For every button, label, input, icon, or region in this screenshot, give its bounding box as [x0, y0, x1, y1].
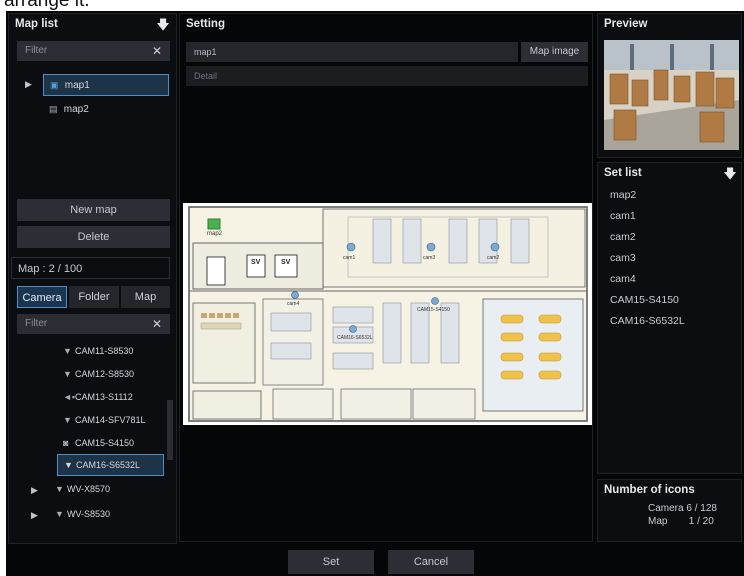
download-arrow-icon[interactable]: 🡇 [723, 167, 737, 181]
map-icon: ▤ [49, 104, 58, 114]
map-count-label: Map [648, 516, 668, 527]
camera-filter-placeholder: Filter [25, 318, 48, 329]
camera-marker-label[interactable]: CAM16-S6532L [337, 335, 373, 341]
dome-camera-icon: ▼ [63, 369, 72, 379]
camera-tree-panel: Camera Folder Map Filter ✕ ▼ CAM11-S8530 … [8, 286, 177, 544]
dome-camera-icon: ▼ [55, 484, 64, 494]
camera-marker-label[interactable]: cam1 [343, 255, 355, 261]
map-count-display: Map : 2 / 100 [11, 257, 170, 279]
map-count-row: Map 1 / 20 [648, 516, 714, 527]
dome-camera-icon: ▼ [63, 415, 72, 425]
tree-scrollbar[interactable] [167, 400, 173, 460]
camera-label: CAM14-SFV781L [75, 415, 146, 425]
camera-marker-label[interactable]: cam2 [487, 255, 499, 261]
dome-camera-icon: ▼ [63, 346, 72, 356]
map-list-item-map2[interactable]: ▤ map2 [49, 100, 89, 118]
sv-label: SV [251, 259, 261, 266]
set-list-title: Set list [604, 167, 642, 179]
tab-map[interactable]: Map [121, 286, 170, 308]
map-editor-window: Map list 🡇 Filter ✕ ▶ ▣ map1 ▤ map2 New … [6, 11, 744, 576]
camera-marker-label[interactable]: cam4 [287, 301, 299, 307]
camera-label: CAM12-S8530 [75, 369, 135, 379]
preview-panel: Preview [597, 13, 742, 158]
set-list-item[interactable]: map2 [610, 189, 636, 201]
set-list-item[interactable]: cam1 [610, 210, 636, 222]
setting-panel: Setting map1 Map image Detail map2 SV SV… [179, 13, 593, 542]
cancel-button[interactable]: Cancel [388, 550, 474, 574]
floor-plan-drawing [188, 206, 588, 422]
map-tag-label[interactable]: map2 [207, 231, 222, 237]
box-camera-icon: ◄▪ [63, 392, 76, 402]
set-list-panel: Set list 🡇 map2 cam1 cam2 cam3 cam4 CAM1… [597, 162, 742, 474]
dome-camera-icon: ▼ [64, 460, 73, 470]
preview-title: Preview [604, 18, 648, 30]
tab-folder[interactable]: Folder [69, 286, 119, 308]
map-list-item-map1[interactable]: ▣ map1 [43, 74, 169, 96]
camera-marker-label[interactable]: cam3 [423, 255, 435, 261]
map-item-label: map2 [63, 104, 89, 115]
dome-camera-icon: ▼ [55, 509, 64, 519]
camera-item[interactable]: ▼ CAM11-S8530 [63, 342, 133, 360]
setting-title: Setting [186, 18, 225, 30]
camera-count-label: Camera [648, 503, 684, 514]
tab-bar: Camera Folder Map [17, 286, 170, 308]
camera-item[interactable]: ▼ CAM12-S8530 [63, 365, 134, 383]
camera-group-item[interactable]: ▼ WV-X8570 [55, 480, 110, 498]
new-map-button[interactable]: New map [17, 199, 170, 221]
camera-count-row: Camera 6 / 128 [648, 503, 717, 514]
set-list-item[interactable]: cam2 [610, 231, 636, 243]
delete-map-button[interactable]: Delete [17, 226, 170, 248]
map-filter-input[interactable]: Filter ✕ [17, 41, 170, 61]
camera-item[interactable]: ▼ CAM14-SFV781L [63, 411, 146, 429]
map-filter-placeholder: Filter [25, 45, 48, 56]
set-list-item[interactable]: CAM16-S6532L [610, 315, 685, 327]
camera-label: WV-X8570 [67, 484, 111, 494]
sv-label: SV [281, 259, 291, 266]
camera-item[interactable]: ◄▪CAM13-S1112 [63, 388, 133, 406]
camera-count-value: 6 / 128 [686, 503, 717, 514]
map-list-title: Map list [15, 18, 58, 30]
ptz-camera-icon: ◙ [63, 438, 69, 448]
preview-image [604, 40, 739, 150]
camera-label: CAM13-S1112 [75, 392, 133, 402]
map-item-label: map1 [64, 80, 90, 91]
map-image-button[interactable]: Map image [521, 42, 588, 62]
tab-camera[interactable]: Camera [17, 286, 67, 308]
icon-count-title: Number of icons [604, 484, 695, 496]
map-name-input[interactable]: map1 [186, 42, 518, 62]
camera-item-selected[interactable]: ▼ CAM16-S6532L [57, 454, 164, 476]
camera-label: WV-S8530 [67, 509, 111, 519]
camera-label: CAM11-S8530 [75, 346, 134, 356]
chevron-right-icon[interactable]: ▶ [31, 485, 38, 496]
camera-tree-list: ▼ CAM11-S8530 ▼ CAM12-S8530 ◄▪CAM13-S1112 … [9, 340, 178, 540]
download-arrow-icon[interactable]: 🡇 [156, 18, 170, 32]
camera-label: CAM16-S6532L [76, 460, 141, 470]
icon-count-panel: Number of icons Camera 6 / 128 Map 1 / 2… [597, 479, 742, 542]
set-list-item[interactable]: cam4 [610, 273, 636, 285]
clear-filter-icon[interactable]: ✕ [152, 41, 162, 61]
chevron-right-icon[interactable]: ▶ [31, 510, 38, 521]
camera-marker-label[interactable]: CAM15-S4150 [417, 307, 450, 313]
set-list-item[interactable]: CAM15-S4150 [610, 294, 679, 306]
map-icon: ▣ [50, 80, 59, 90]
camera-filter-input[interactable]: Filter ✕ [17, 314, 170, 334]
set-button[interactable]: Set [288, 550, 374, 574]
floor-plan-map[interactable]: map2 SV SV cam1 cam3 cam2 CAM15-S4150 CA… [183, 203, 592, 425]
detail-input[interactable]: Detail [186, 66, 588, 86]
map-count-value: 1 / 20 [688, 516, 714, 527]
map-list-panel: Map list 🡇 Filter ✕ ▶ ▣ map1 ▤ map2 New … [8, 13, 177, 290]
camera-group-item[interactable]: ▼ WV-S8530 [55, 505, 110, 523]
chevron-right-icon[interactable]: ▶ [25, 79, 32, 90]
camera-item[interactable]: ◙ CAM15-S4150 [63, 434, 134, 452]
set-list-item[interactable]: cam3 [610, 252, 636, 264]
camera-label: CAM15-S4150 [75, 438, 135, 448]
clear-filter-icon[interactable]: ✕ [152, 314, 162, 334]
